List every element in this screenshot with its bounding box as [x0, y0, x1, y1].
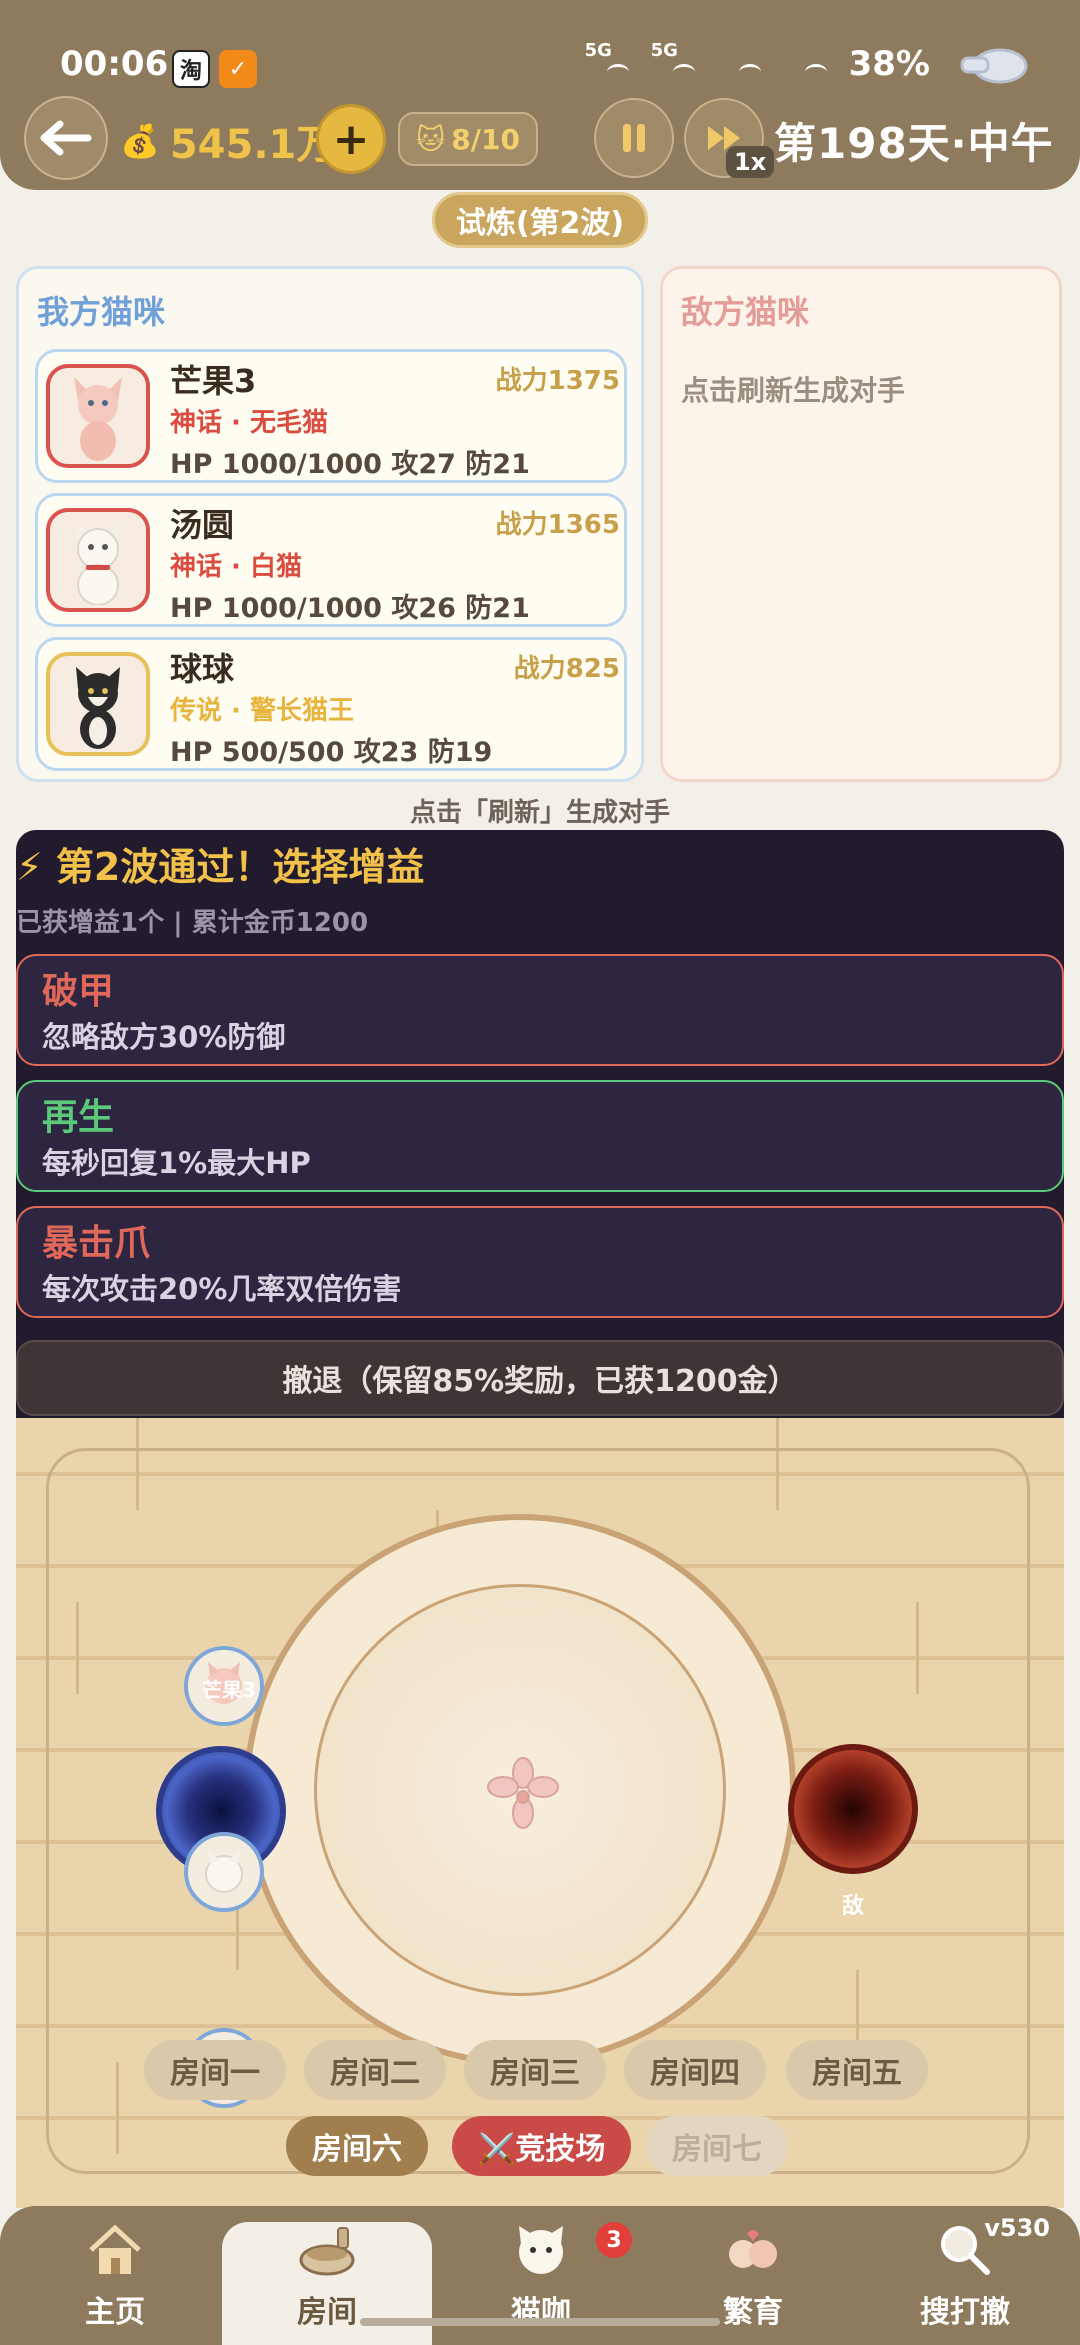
- my-cats-title: 我方猫咪: [37, 293, 166, 331]
- signal-icon: 5G: [585, 40, 629, 84]
- enemy-refresh-hint: 点击刷新生成对手: [681, 374, 906, 407]
- buff-name: 再生: [42, 1097, 115, 1138]
- white-cat-icon: [205, 1850, 243, 1893]
- tuxedo-cat-icon: [76, 667, 120, 749]
- enemy-cats-title: 敌方猫咪: [681, 293, 810, 331]
- ally-cat-token[interactable]: [184, 1832, 264, 1912]
- cat-stats: HP 1000/1000 攻26 防21: [170, 593, 530, 624]
- cat-pair-icon: [722, 2219, 784, 2281]
- buff-option-critical-claw[interactable]: 暴击爪 每次攻击20%几率双倍伤害: [16, 1206, 1064, 1318]
- buff-selection-panel: ⚡ 第2波通过！选择增益 已获增益1个 | 累计金币1200 破甲 忽略敌方30…: [16, 830, 1064, 1420]
- cat-name: 芒果3: [170, 362, 257, 400]
- back-button[interactable]: [24, 96, 108, 180]
- arrow-left-icon: [40, 120, 92, 156]
- speed-badge: 1x: [726, 146, 775, 178]
- cat-card[interactable]: 汤圆 战力1365 神话 · 白猫 HP 1000/1000 攻26 防21: [35, 493, 627, 627]
- room-tab-4[interactable]: 房间四: [624, 2040, 766, 2100]
- cat-power: 战力1365: [495, 510, 620, 540]
- nav-label: 房间: [297, 2295, 357, 2330]
- wifi-icon: [783, 44, 827, 84]
- cat-name: 汤圆: [170, 506, 235, 544]
- battle-arena: 芒果3 敌 房间一 房间二 房间三 房间四 房间五 房间六 ⚔️竞技场 房间七: [16, 1418, 1064, 2208]
- room-tab-5[interactable]: 房间五: [786, 2040, 928, 2100]
- cat-face-icon: [510, 2219, 572, 2281]
- trial-wave-banner: 试炼(第2波): [432, 192, 648, 248]
- cat-card[interactable]: 球球 战力825 传说 · 警长猫王 HP 500/500 攻23 防19: [35, 637, 627, 771]
- ally-cat-token-label: 芒果3: [202, 1678, 256, 1702]
- coin-balance: 💰 545.1万: [120, 112, 336, 170]
- hairless-cat-icon: [74, 377, 122, 461]
- cat-bowl-icon: [296, 2222, 358, 2281]
- room-tab-7[interactable]: 房间七: [646, 2116, 788, 2176]
- taobao-app-icon: 淘: [172, 50, 210, 88]
- day-time-label: 第198天·中午: [774, 119, 1054, 168]
- retreat-button[interactable]: 撤退（保留85%奖励，已获1200金）: [16, 1340, 1064, 1416]
- arena-tab[interactable]: ⚔️竞技场: [452, 2116, 632, 2176]
- cat-face-icon: 🐱: [416, 122, 446, 156]
- cat-rarity: 神话 · 白猫: [170, 552, 302, 582]
- nav-label: 繁育: [723, 2295, 783, 2330]
- battery-percent: 38%: [848, 44, 930, 84]
- nav-room[interactable]: 房间: [222, 2222, 432, 2345]
- battle-plate-center: [314, 1584, 726, 1996]
- nav-label: 搜打撤: [920, 2295, 1010, 2330]
- cat-stats: HP 1000/1000 攻27 防21: [170, 449, 530, 480]
- room-tab-1[interactable]: 房间一: [144, 2040, 286, 2100]
- top-bar: 00:06 淘 ✓ 5G 5G 38% 💰 545.1万 + 🐱 8/10 1x: [0, 0, 1080, 190]
- add-coins-button[interactable]: +: [316, 104, 386, 174]
- buff-description: 每次攻击20%几率双倍伤害: [42, 1272, 402, 1306]
- notification-app-icon: ✓: [219, 50, 257, 88]
- whistle-icon: [960, 48, 1028, 84]
- battle-plate: [244, 1514, 796, 2066]
- money-bag-icon: 💰: [120, 122, 160, 160]
- enemy-portal-icon: [788, 1744, 918, 1874]
- home-indicator[interactable]: [360, 2318, 720, 2326]
- enemy-marker-label: 敌: [842, 1894, 865, 1919]
- room-tab-6[interactable]: 房间六: [286, 2116, 428, 2176]
- cat-power: 战力1375: [495, 366, 620, 396]
- cat-card[interactable]: 芒果3 战力1375 神话 · 无毛猫 HP 1000/1000 攻27 防21: [35, 349, 627, 483]
- buff-description: 忽略敌方30%防御: [42, 1020, 286, 1054]
- wifi-icon: [717, 44, 761, 84]
- cat-avatar: [46, 652, 150, 756]
- cat-capacity: 🐱 8/10: [398, 112, 538, 166]
- my-cats-panel: 我方猫咪 芒果3 战力1375 神话 · 无毛猫 HP 1000/1000 攻2…: [16, 266, 644, 782]
- nav-label: 主页: [85, 2295, 145, 2330]
- cat-name: 球球: [170, 650, 235, 688]
- clock: 00:06: [60, 44, 169, 84]
- network-indicators: 5G 5G 38%: [585, 40, 930, 84]
- room-tab-3[interactable]: 房间三: [464, 2040, 606, 2100]
- cat-stats: HP 500/500 攻23 防19: [170, 737, 493, 768]
- cat-count-value: 8/10: [451, 122, 520, 156]
- cat-power: 战力825: [513, 654, 620, 684]
- cat-avatar: [46, 508, 150, 612]
- house-icon: [84, 2219, 146, 2281]
- room-tab-2[interactable]: 房间二: [304, 2040, 446, 2100]
- nav-home[interactable]: 主页: [10, 2206, 220, 2345]
- buff-option-regeneration[interactable]: 再生 每秒回复1%最大HP: [16, 1080, 1064, 1192]
- coin-value: 545.1万: [169, 122, 337, 168]
- pause-icon: [623, 124, 645, 152]
- buff-option-armor-break[interactable]: 破甲 忽略敌方30%防御: [16, 954, 1064, 1066]
- cat-rarity: 传说 · 警长猫王: [170, 696, 354, 726]
- enemy-cats-panel[interactable]: 敌方猫咪 点击刷新生成对手: [660, 266, 1062, 782]
- cat-avatar: [46, 364, 150, 468]
- buff-name: 破甲: [42, 971, 115, 1012]
- signal-icon: 5G: [651, 40, 695, 84]
- white-cat-icon: [76, 523, 120, 605]
- refresh-hint: 点击「刷新」生成对手: [409, 798, 670, 828]
- version-label: v530: [984, 2214, 1050, 2242]
- pause-button[interactable]: [594, 98, 674, 178]
- status-bar: 00:06 淘 ✓ 5G 5G 38%: [0, 0, 1080, 90]
- cat-rarity: 神话 · 无毛猫: [170, 408, 328, 438]
- buff-selection-title: ⚡ 第2波通过！选择增益: [16, 845, 425, 889]
- cat-cafe-badge: 3: [596, 2222, 632, 2258]
- buff-description: 每秒回复1%最大HP: [42, 1146, 311, 1180]
- buff-name: 暴击爪: [42, 1223, 151, 1264]
- buff-progress-summary: 已获增益1个 | 累计金币1200: [16, 908, 369, 938]
- sakura-icon: [487, 1757, 559, 1829]
